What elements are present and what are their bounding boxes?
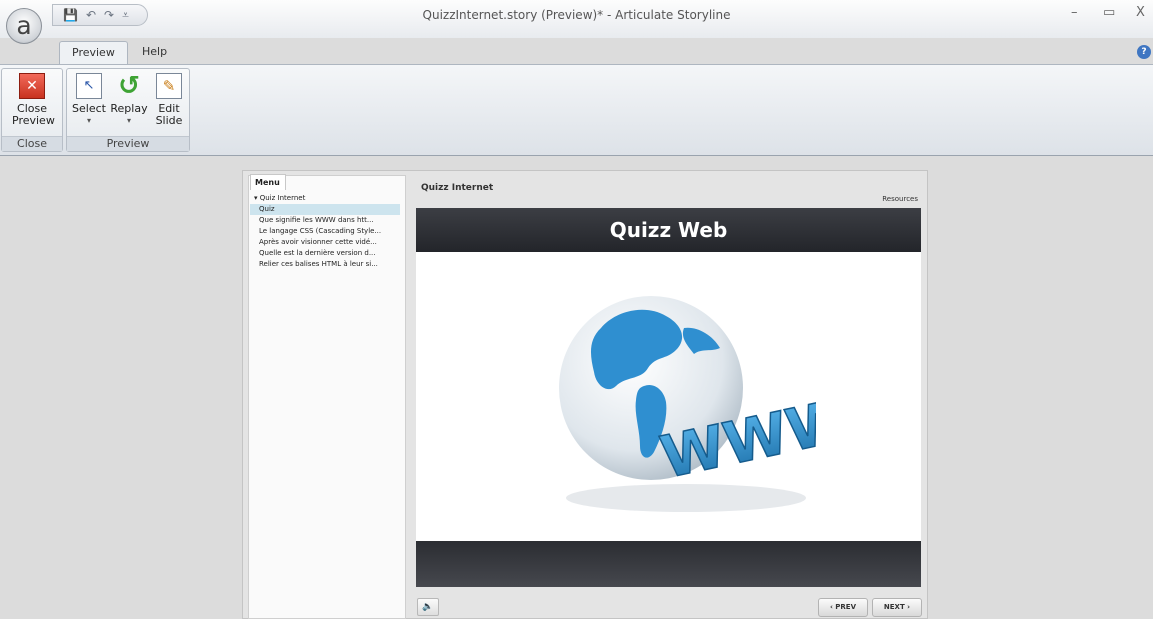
undo-icon[interactable]: ↶	[86, 8, 96, 22]
edit-slide-icon: ✎	[156, 73, 182, 99]
course-title: Quizz Internet	[421, 183, 494, 193]
player-controls: 🔈 ‹ PREV NEXT ›	[416, 596, 922, 618]
prev-button[interactable]: ‹ PREV	[818, 598, 868, 617]
menu-item-video[interactable]: Après avoir visionner cette vidé...	[250, 237, 400, 248]
close-preview-button[interactable]: ✕ Close Preview	[12, 73, 55, 127]
tab-preview[interactable]: Preview	[59, 41, 128, 65]
resources-link[interactable]: Resources	[852, 195, 918, 203]
select-dropdown-icon[interactable]: ▾	[69, 115, 109, 127]
close-preview-label-2: Preview	[12, 114, 55, 127]
close-preview-icon: ✕	[19, 73, 45, 99]
maximize-button[interactable]: ▭	[1103, 5, 1115, 20]
replay-label: Replay	[110, 102, 148, 115]
replay-icon: ↺	[118, 71, 140, 101]
menu-root-quiz-internet[interactable]: ▾ Quiz Internet	[250, 193, 400, 204]
replay-dropdown-icon[interactable]: ▾	[109, 115, 149, 127]
window-title: QuizzInternet.story (Preview)* - Articul…	[422, 8, 731, 22]
help-icon[interactable]: ?	[1137, 45, 1151, 59]
menu-item-quiz[interactable]: Quiz	[250, 204, 400, 215]
group-label-close: Close	[2, 136, 62, 151]
slide-heading: Quizz Web	[609, 218, 728, 242]
close-window-button[interactable]: X	[1136, 5, 1145, 20]
group-label-preview: Preview	[67, 136, 189, 151]
menu-item-version[interactable]: Quelle est la dernière version d...	[250, 248, 400, 259]
next-button[interactable]: NEXT ›	[872, 598, 922, 617]
ribbon: ✕ Close Preview Close ↖ Select ▾ ↺ Repla…	[0, 64, 1153, 156]
app-menu-button[interactable]: a	[6, 8, 42, 44]
ribbon-group-preview: ↖ Select ▾ ↺ Replay ▾ ✎ Edit Slide Previ…	[66, 68, 190, 152]
select-button[interactable]: ↖ Select ▾	[69, 73, 109, 127]
menu-item-www[interactable]: Que signifie les WWW dans htt...	[250, 215, 400, 226]
menu-item-css[interactable]: Le langage CSS (Cascading Style...	[250, 226, 400, 237]
slide-footer-bar	[416, 541, 921, 587]
select-label: Select	[72, 102, 106, 115]
redo-icon[interactable]: ↷	[104, 8, 114, 22]
edit-slide-button[interactable]: ✎ Edit Slide	[149, 73, 189, 127]
menu-tab[interactable]: Menu	[250, 174, 286, 190]
replay-button[interactable]: ↺ Replay ▾	[109, 73, 149, 127]
minimize-button[interactable]: –	[1071, 5, 1078, 20]
quick-access-toolbar: 💾 ↶ ↷ ⩡	[52, 4, 148, 26]
save-icon[interactable]: 💾	[63, 8, 78, 22]
volume-icon[interactable]: 🔈	[417, 598, 439, 616]
title-bar: QuizzInternet.story (Preview)* - Articul…	[0, 0, 1153, 38]
select-icon: ↖	[76, 73, 102, 99]
ribbon-group-close: ✕ Close Preview Close	[1, 68, 63, 152]
tab-help[interactable]: Help	[130, 41, 179, 65]
slide-canvas: Quizz Web WWW	[416, 208, 921, 587]
menu-list: ▾ Quiz Internet Quiz Que signifie les WW…	[250, 193, 400, 270]
globe-www-image: WWW	[516, 268, 857, 528]
edit-slide-label-2: Slide	[155, 114, 183, 127]
menu-item-html-tags[interactable]: Relier ces balises HTML à leur si...	[250, 259, 400, 270]
customize-toolbar-icon[interactable]: ⩡	[122, 8, 129, 23]
